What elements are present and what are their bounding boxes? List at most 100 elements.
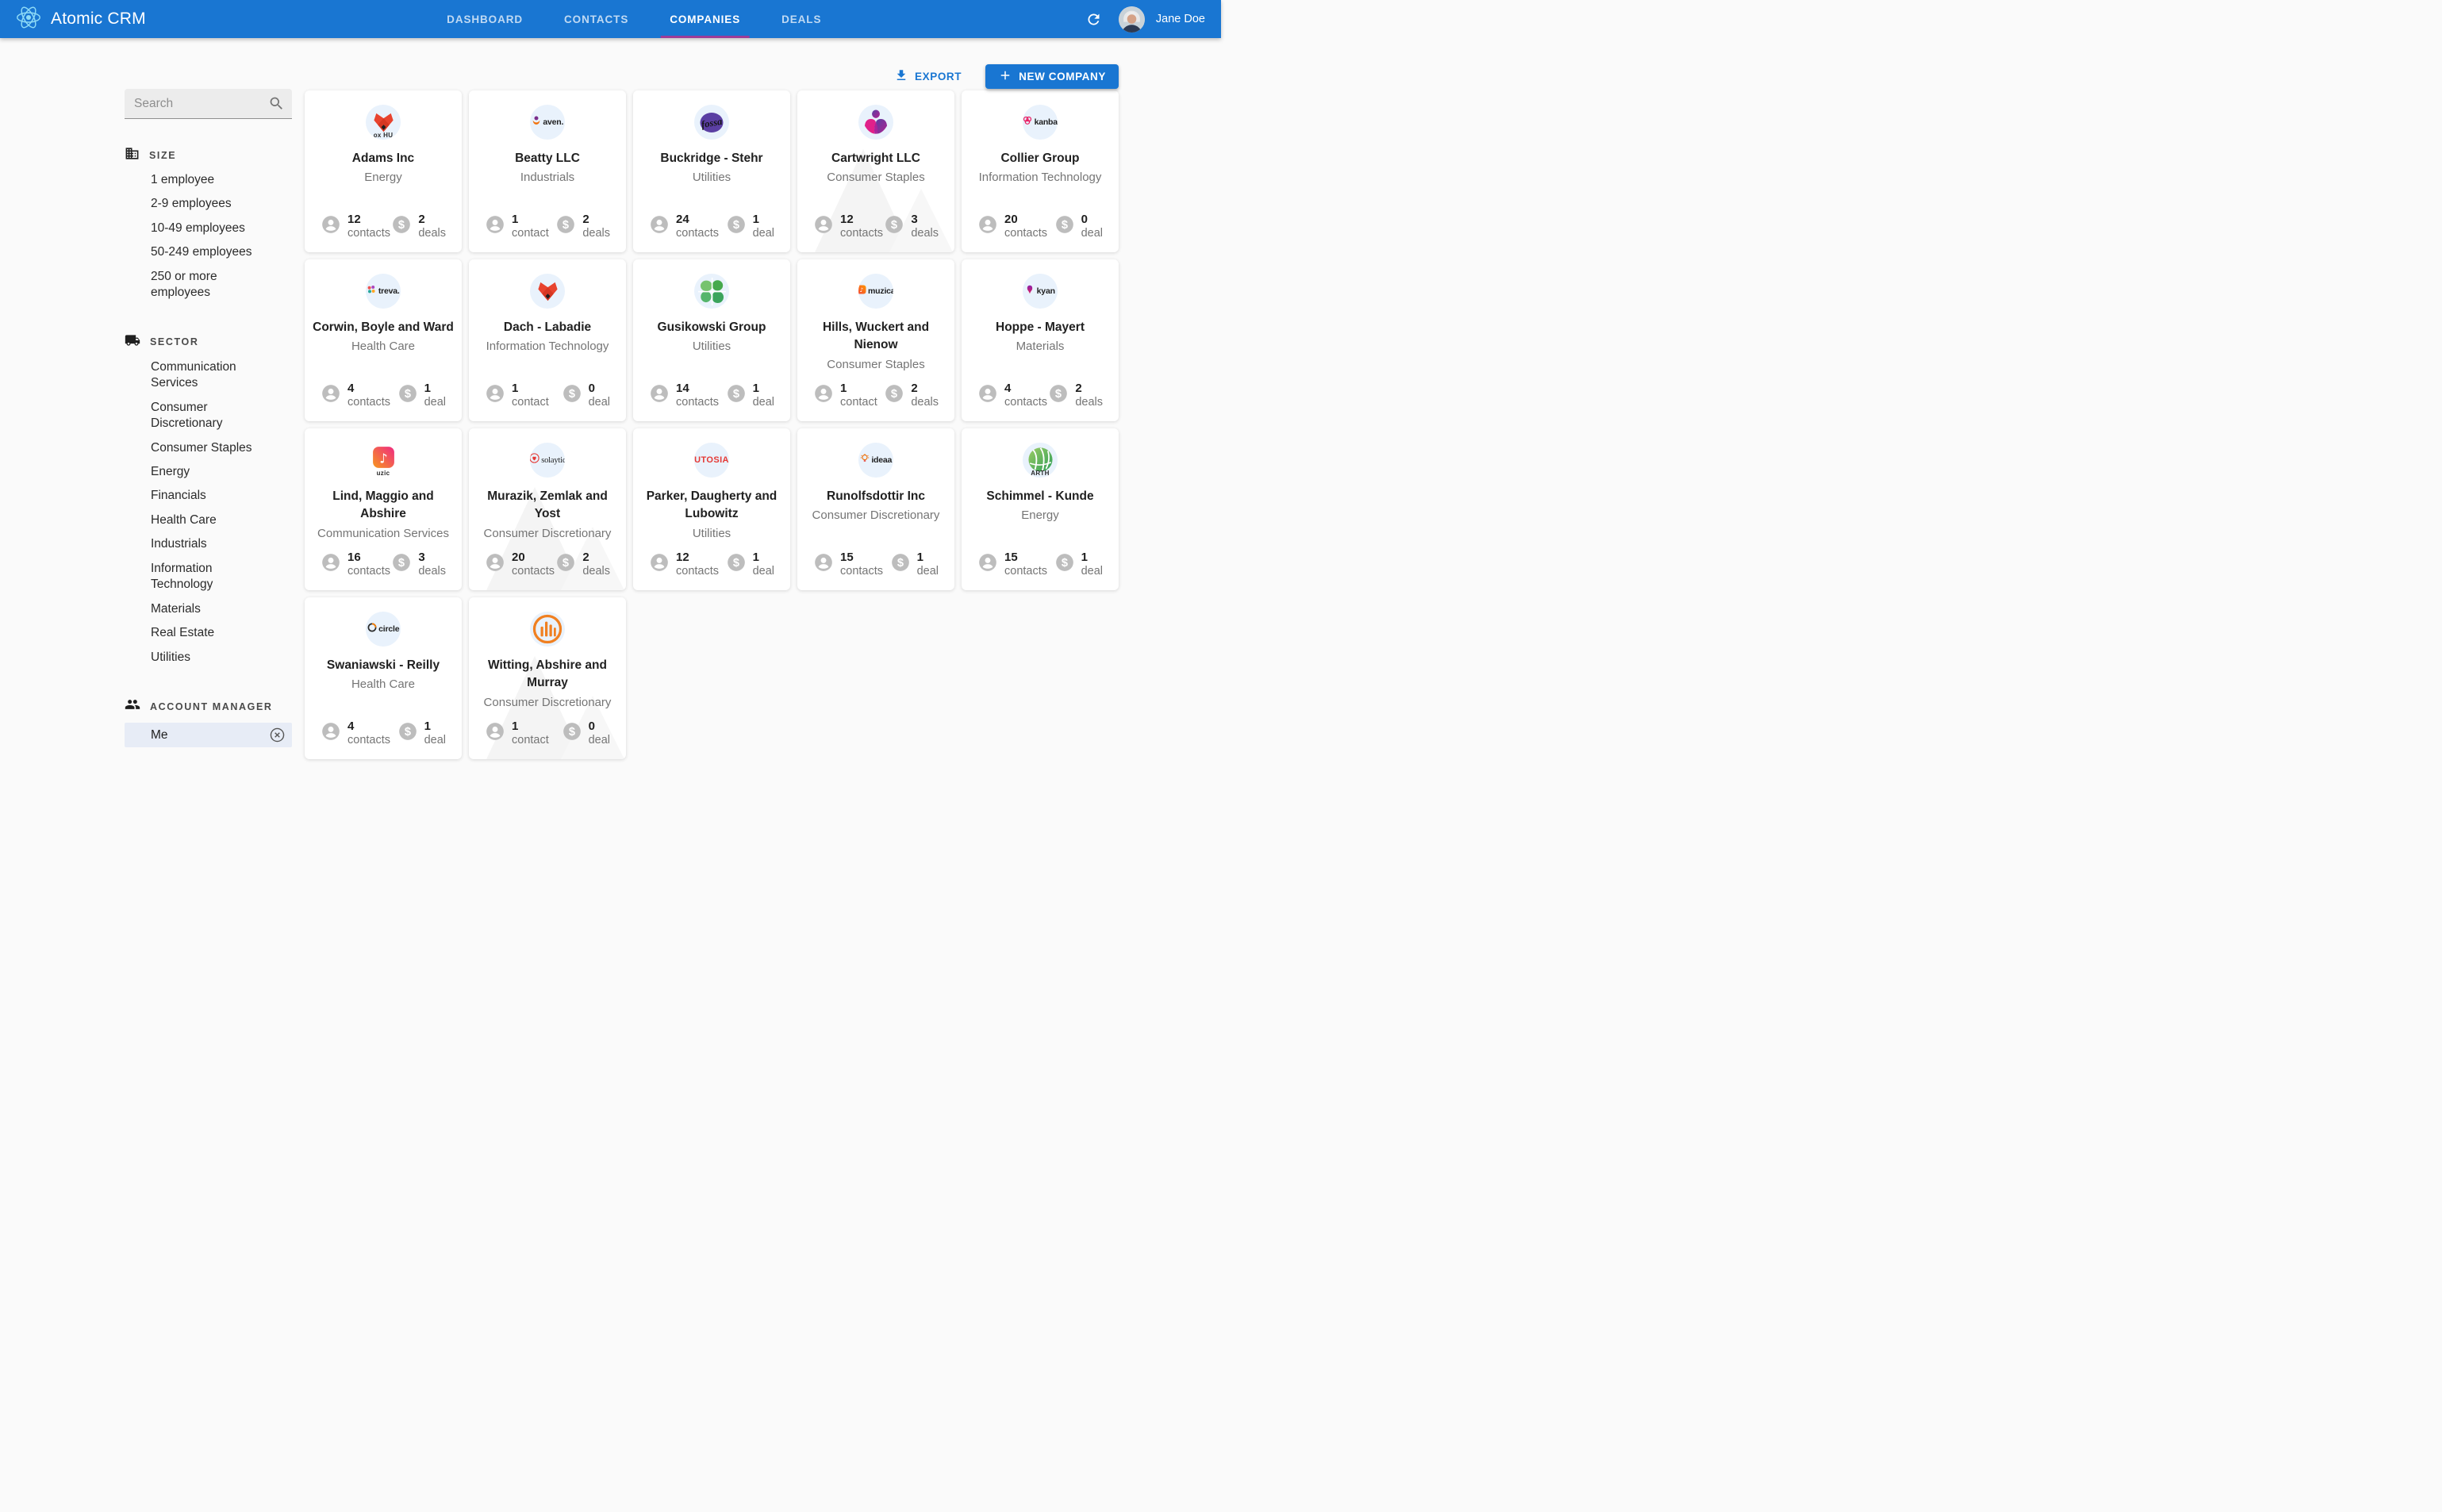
person-icon	[321, 383, 341, 408]
contacts-stat: 16 contacts	[321, 551, 390, 578]
filter-item[interactable]: Health Care	[151, 508, 263, 532]
company-card[interactable]: ♪ uzic Lind, Maggio and Abshire Communica…	[305, 428, 462, 590]
filter-item[interactable]: Utilities	[151, 646, 263, 670]
company-card[interactable]: ARTH Schimmel - Kunde Energy 15 contacts	[962, 428, 1119, 590]
contacts-stat: 15 contacts	[813, 551, 883, 578]
filter-item[interactable]: Materials	[151, 597, 263, 621]
person-icon	[321, 721, 341, 746]
deals-stat: $ 1 deal	[890, 551, 939, 578]
filter-item[interactable]: Financials	[151, 484, 263, 508]
company-name: Hills, Wuckert and Nienow	[822, 320, 930, 352]
nav-tab-deals[interactable]: DEALS	[772, 0, 831, 38]
filter-item[interactable]: Consumer Discretionary	[151, 396, 263, 436]
company-logo: ARTH	[1023, 443, 1058, 478]
person-icon	[485, 383, 505, 408]
filter-item[interactable]: Consumer Staples	[151, 436, 263, 460]
filter-item[interactable]: Industrials	[151, 532, 263, 556]
company-stats: 4 contacts $ 1 deal	[305, 720, 462, 747]
svg-text:$: $	[1055, 388, 1062, 401]
cancel-icon[interactable]	[269, 727, 286, 743]
selected-filter-row[interactable]: Me	[125, 723, 292, 748]
filter-item[interactable]: 250 or more employees	[151, 265, 263, 305]
company-sector: Information Technology	[978, 171, 1102, 185]
svg-text:$: $	[398, 557, 405, 570]
deals-count: 2	[582, 212, 589, 226]
company-logo	[858, 105, 893, 140]
company-logo: UTOSIA	[694, 443, 729, 478]
filter-item[interactable]: Communication Services	[151, 355, 263, 396]
filter-item[interactable]: 50-249 employees	[151, 240, 263, 264]
company-card[interactable]: aven. Beatty LLC Industrials 1 contact $…	[469, 90, 626, 252]
dollar-icon: $	[1048, 383, 1069, 408]
company-name: Swaniawski - Reilly	[326, 658, 440, 672]
deals-label: deal	[1081, 226, 1103, 240]
filter-item[interactable]: Energy	[151, 460, 263, 484]
refresh-icon[interactable]	[1081, 6, 1108, 33]
company-card[interactable]: kanba Collier Group Information Technolo…	[962, 90, 1119, 252]
company-name: Buckridge - Stehr	[660, 152, 763, 165]
contacts-label: contacts	[676, 564, 719, 578]
filter-item[interactable]: Information Technology	[151, 557, 263, 597]
deals-label: deal	[588, 395, 610, 409]
search-input[interactable]	[125, 89, 292, 118]
company-stats: 24 contacts $ 1 deal	[633, 213, 790, 240]
company-card[interactable]: ♪ muzica Hills, Wuckert and Nienow Consum…	[797, 259, 954, 421]
contacts-label: contacts	[1004, 226, 1047, 240]
person-icon	[649, 552, 670, 577]
nav-tab-companies[interactable]: COMPANIES	[660, 0, 750, 38]
deals-count: 1	[752, 212, 759, 226]
company-stats: 16 contacts $ 3 deals	[305, 551, 462, 578]
search-box	[125, 89, 292, 119]
svg-text:♪: ♪	[859, 286, 863, 294]
filter-item[interactable]: 10-49 employees	[151, 217, 263, 240]
logo-mark: ♪	[858, 284, 866, 298]
company-name: Witting, Abshire and Murray	[488, 658, 607, 690]
company-card[interactable]: treva. Corwin, Boyle and Ward Health Car…	[305, 259, 462, 421]
contacts-label: contacts	[676, 395, 719, 409]
logo-caption: ox HU	[373, 132, 394, 139]
company-card[interactable]: solaytic Murazik, Zemlak and Yost Consum…	[469, 428, 626, 590]
contacts-label: contacts	[676, 226, 719, 240]
company-card[interactable]: circle Swaniawski - Reilly Health Care 4…	[305, 597, 462, 759]
svg-text:$: $	[897, 557, 904, 570]
company-card[interactable]: kyan Hoppe - Mayert Materials 4 contacts	[962, 259, 1119, 421]
deals-count: 3	[418, 550, 425, 564]
nav-tab-contacts[interactable]: CONTACTS	[555, 0, 638, 38]
company-card[interactable]: Witting, Abshire and Murray Consumer Dis…	[469, 597, 626, 759]
company-card[interactable]: UTOSIA Parker, Daugherty and Lubowitz Ut…	[633, 428, 790, 590]
company-stats: 20 contacts $ 2 deals	[469, 551, 626, 578]
export-button[interactable]: EXPORT	[888, 63, 968, 90]
logo-mark	[860, 453, 870, 467]
company-card[interactable]: Gusikowski Group Utilities 14 contacts $…	[633, 259, 790, 421]
company-card[interactable]: Dach - Labadie Information Technology 1 …	[469, 259, 626, 421]
dollar-icon: $	[726, 214, 747, 239]
user-avatar[interactable]	[1118, 6, 1145, 33]
deals-label: deal	[916, 564, 939, 578]
filter-item[interactable]: 2-9 employees	[151, 192, 263, 216]
new-company-button[interactable]: NEW COMPANY	[985, 64, 1119, 89]
plus-icon	[998, 68, 1012, 85]
nav-tab-dashboard[interactable]: DASHBOARD	[437, 0, 532, 38]
company-sector: Materials	[1016, 340, 1065, 354]
deals-stat: $ 3 deals	[391, 551, 446, 578]
person-icon	[977, 552, 998, 577]
company-stats: 1 contact $ 2 deals	[469, 213, 626, 240]
svg-text:$: $	[1062, 557, 1068, 570]
filter-item[interactable]: Real Estate	[151, 621, 263, 645]
company-card[interactable]: ideaa Runolfsdottir Inc Consumer Discret…	[797, 428, 954, 590]
svg-text:$: $	[405, 726, 411, 739]
company-logo: ox HU	[366, 105, 401, 140]
contacts-label: contact	[512, 395, 549, 409]
company-card[interactable]: Cartwright LLC Consumer Staples 12 conta…	[797, 90, 954, 252]
deals-count: 3	[911, 212, 918, 226]
person-icon	[813, 214, 834, 239]
contacts-label: contacts	[1004, 564, 1047, 578]
svg-text:$: $	[405, 388, 411, 401]
filter-section-title: SIZE	[149, 150, 177, 161]
dollar-icon: $	[391, 214, 412, 239]
react-atom-icon	[16, 5, 41, 34]
person-icon	[485, 721, 505, 746]
company-card[interactable]: ox HU Adams Inc Energy 12 contacts $ 2 d…	[305, 90, 462, 252]
filter-item[interactable]: 1 employee	[151, 168, 263, 192]
company-card[interactable]: fossa Buckridge - Stehr Utilities 24 con…	[633, 90, 790, 252]
